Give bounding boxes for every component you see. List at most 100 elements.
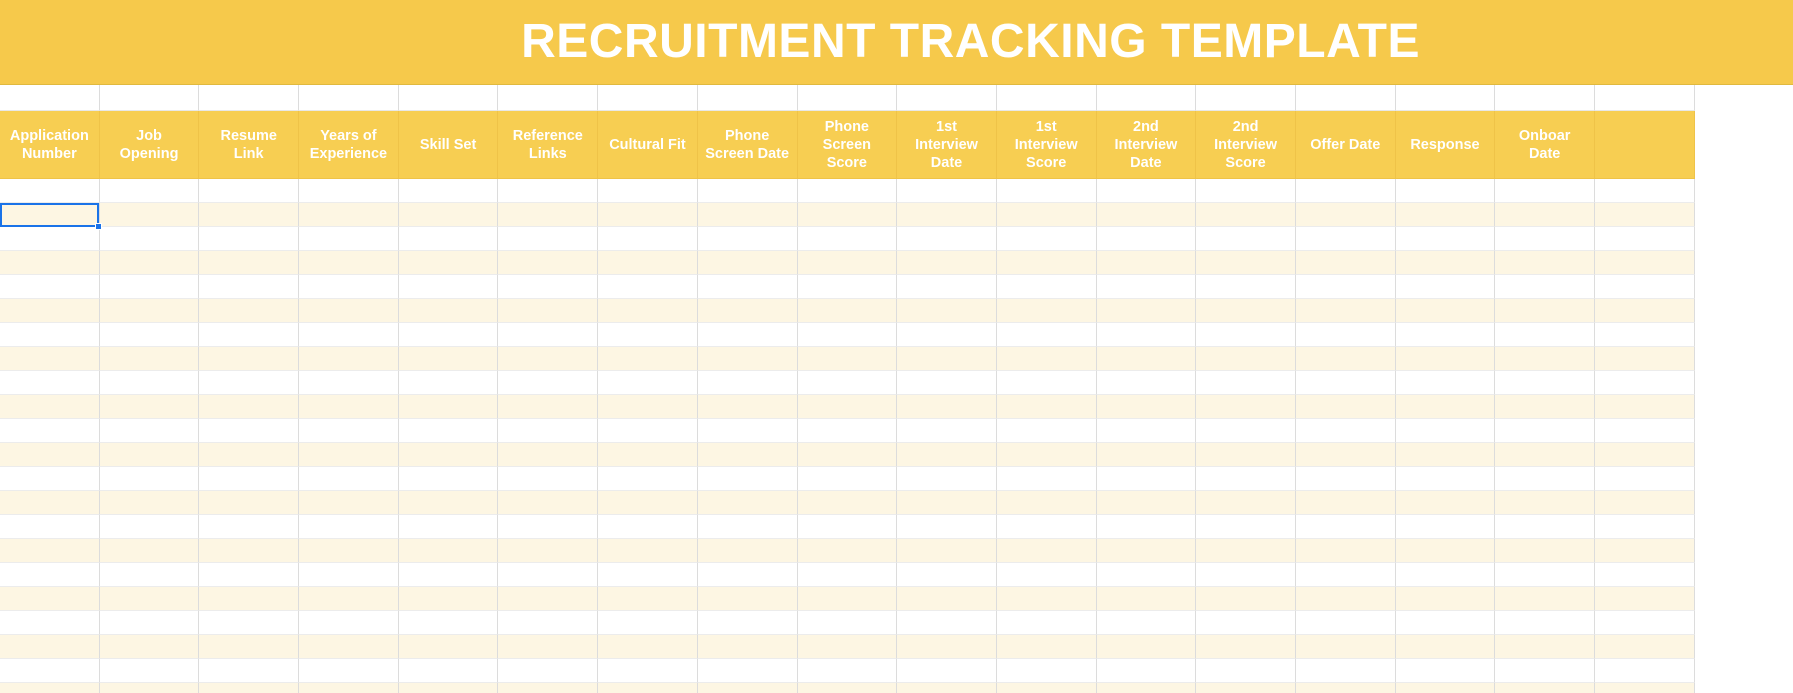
table-cell[interactable] [1295,563,1396,587]
table-cell[interactable] [697,683,798,693]
table-cell[interactable] [0,587,100,611]
table-cell[interactable] [299,395,399,419]
table-cell[interactable] [498,395,599,419]
table-cell[interactable] [99,587,200,611]
table-cell[interactable] [199,443,300,467]
table-cell[interactable] [797,635,898,659]
table-cell[interactable] [0,539,100,563]
table-cell[interactable] [1096,299,1197,323]
table-cell[interactable] [797,347,898,371]
table-cell[interactable] [598,251,698,275]
table-cell[interactable] [1495,419,1595,443]
table-cell[interactable] [0,419,100,443]
table-cell[interactable] [1495,227,1595,251]
table-cell[interactable] [1196,443,1296,467]
table-cell[interactable] [598,491,698,515]
table-cell[interactable] [1295,515,1396,539]
table-cell[interactable] [897,347,997,371]
table-cell[interactable] [199,323,300,347]
column-header-onboarding-date[interactable]: Onboar Date [1495,111,1595,179]
table-cell[interactable] [1096,467,1197,491]
table-cell[interactable] [498,371,599,395]
table-cell[interactable] [797,275,898,299]
column-header-reference-links[interactable]: Reference Links [498,111,599,179]
table-cell[interactable] [299,347,399,371]
table-cell[interactable] [0,275,100,299]
table-cell[interactable] [1495,683,1595,693]
table-cell[interactable] [1595,515,1695,539]
table-cell[interactable] [598,395,698,419]
table-cell[interactable] [1196,395,1296,419]
table-cell[interactable] [598,635,698,659]
column-header-1st-interview-score[interactable]: 1st Interview Score [996,111,1097,179]
table-cell[interactable] [99,299,200,323]
table-cell[interactable] [598,443,698,467]
table-cell[interactable] [498,611,599,635]
table-cell[interactable] [398,539,499,563]
table-cell[interactable] [797,683,898,693]
table-cell[interactable] [1495,323,1595,347]
table-cell[interactable] [797,419,898,443]
table-cell[interactable] [99,347,200,371]
table-cell[interactable] [1295,323,1396,347]
table-cell[interactable] [697,299,798,323]
table-cell[interactable] [897,227,997,251]
table-cell[interactable] [498,515,599,539]
table-cell[interactable] [797,467,898,491]
table-cell[interactable] [199,467,300,491]
table-cell[interactable] [398,179,499,203]
table-cell[interactable] [1295,539,1396,563]
table-cell[interactable] [498,275,599,299]
table-cell[interactable] [1395,251,1496,275]
table-cell[interactable] [1295,227,1396,251]
table-cell[interactable] [1495,659,1595,683]
table-cell[interactable] [1395,611,1496,635]
table-cell[interactable] [99,611,200,635]
table-cell[interactable] [697,491,798,515]
table-cell[interactable] [99,419,200,443]
table-cell[interactable] [1395,635,1496,659]
table-cell[interactable] [1495,515,1595,539]
table-cell[interactable] [1096,395,1197,419]
table-cell[interactable] [996,635,1097,659]
table-cell[interactable] [1295,443,1396,467]
table-cell[interactable] [1595,491,1695,515]
table-cell[interactable] [996,563,1097,587]
table-cell[interactable] [797,227,898,251]
table-cell[interactable] [1196,515,1296,539]
table-cell[interactable] [1196,611,1296,635]
table-cell[interactable] [398,587,499,611]
table-cell[interactable] [996,539,1097,563]
table-cell[interactable] [398,227,499,251]
table-cell[interactable] [1196,179,1296,203]
table-cell[interactable] [1495,299,1595,323]
table-cell[interactable] [996,323,1097,347]
table-cell[interactable] [598,611,698,635]
table-cell[interactable] [299,491,399,515]
table-cell[interactable] [498,323,599,347]
table-cell[interactable] [1096,419,1197,443]
table-cell[interactable] [697,611,798,635]
column-header-job-opening[interactable]: Job Opening [99,111,200,179]
table-cell[interactable] [1395,227,1496,251]
table-cell[interactable] [1295,419,1396,443]
table-cell[interactable] [0,251,100,275]
table-cell[interactable] [1096,227,1197,251]
table-cell[interactable] [1395,275,1496,299]
table-cell[interactable] [1196,203,1296,227]
table-cell[interactable] [697,467,798,491]
table-cell[interactable] [1495,563,1595,587]
table-cell[interactable] [199,203,300,227]
table-cell[interactable] [99,683,200,693]
table-cell[interactable] [1395,323,1496,347]
table-cell[interactable] [1295,179,1396,203]
table-cell[interactable] [1196,539,1296,563]
table-cell[interactable] [897,179,997,203]
table-cell[interactable] [1495,443,1595,467]
table-cell[interactable] [99,371,200,395]
table-cell[interactable] [797,515,898,539]
table-cell[interactable] [1096,323,1197,347]
table-cell[interactable] [299,179,399,203]
table-cell[interactable] [996,611,1097,635]
table-cell[interactable] [1295,659,1396,683]
